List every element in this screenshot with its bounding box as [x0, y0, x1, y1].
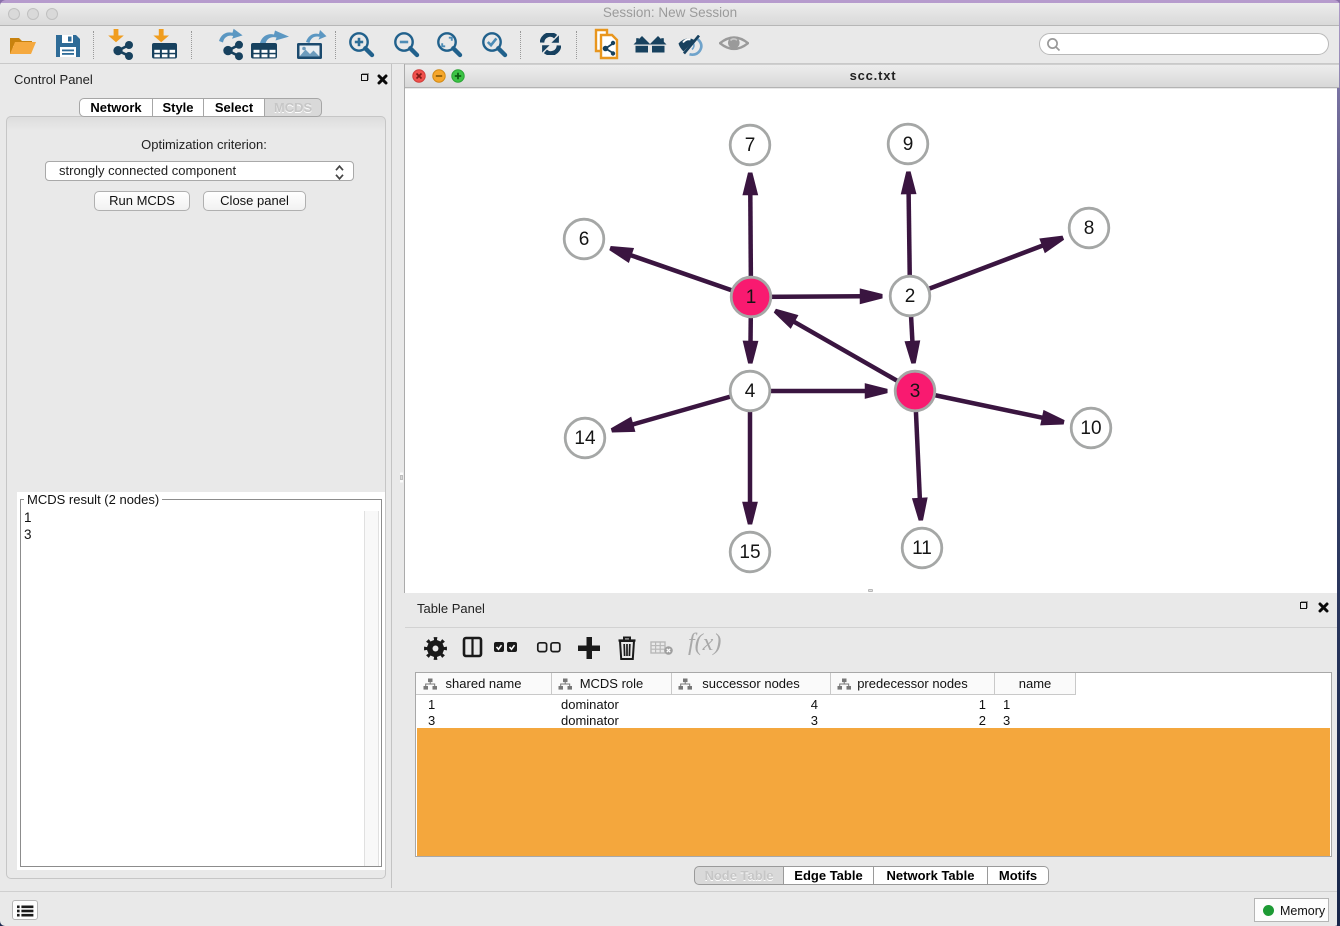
svg-text:11: 11 [912, 538, 932, 559]
svg-text:3: 3 [910, 381, 921, 402]
svg-text:15: 15 [739, 542, 760, 563]
svg-text:14: 14 [574, 428, 596, 449]
svg-text:7: 7 [745, 135, 756, 156]
svg-text:2: 2 [905, 286, 916, 307]
svg-text:9: 9 [903, 134, 914, 155]
svg-text:8: 8 [1084, 218, 1095, 239]
svg-text:6: 6 [579, 229, 590, 250]
svg-text:4: 4 [745, 381, 756, 402]
svg-text:1: 1 [746, 287, 757, 308]
svg-text:10: 10 [1080, 418, 1101, 439]
